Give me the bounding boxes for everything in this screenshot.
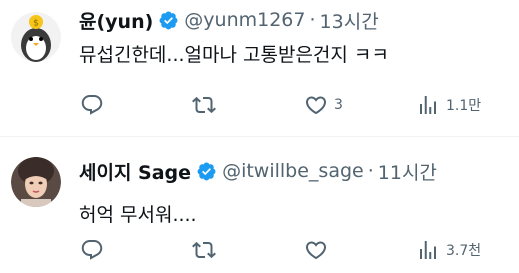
tweet-text: 뮤섭긴한데...얼마나 고통받은건지 ㅋㅋ (79, 44, 389, 66)
timestamp[interactable]: 13시간 (320, 7, 379, 34)
views-button[interactable]: 3.7천 (416, 233, 481, 267)
svg-text:$: $ (33, 19, 39, 29)
display-name[interactable]: 윤(yun) (79, 7, 153, 34)
reply-icon (81, 95, 103, 115)
tweet-feed: $ 윤(yun) @yunm1267 · 13시간 뮤섭긴한데...얼마나 고통… (0, 0, 519, 273)
verified-badge-icon (158, 10, 179, 31)
view-count: 3.7천 (446, 243, 482, 259)
views-icon (420, 96, 436, 114)
tweet[interactable]: 세이지 Sage @itwillbe_sage · 11시간 허억 무서워...… (0, 137, 519, 273)
separator-dot: · (309, 9, 316, 31)
reply-button[interactable] (80, 233, 110, 267)
timestamp[interactable]: 11시간 (378, 158, 437, 185)
views-icon (420, 241, 436, 259)
retweet-button[interactable] (192, 233, 222, 267)
retweet-icon (192, 241, 216, 259)
tweet[interactable]: $ 윤(yun) @yunm1267 · 13시간 뮤섭긴한데...얼마나 고통… (0, 0, 519, 136)
tweet-header: 세이지 Sage @itwillbe_sage · 11시간 (79, 158, 437, 185)
verified-badge-icon (196, 161, 217, 182)
reply-icon (81, 240, 103, 260)
like-button[interactable] (304, 233, 334, 267)
tweet-header: 윤(yun) @yunm1267 · 13시간 (79, 7, 379, 34)
like-button[interactable]: 3 (304, 88, 343, 122)
penguin-coin-avatar-icon: $ (11, 12, 61, 62)
avatar[interactable]: $ (11, 12, 61, 62)
tweet-actions: 3 1.1만 (70, 88, 510, 122)
user-handle[interactable]: @yunm1267 (184, 9, 305, 31)
tweet-actions: 3.7천 (70, 233, 510, 267)
views-button[interactable]: 1.1만 (416, 88, 481, 122)
retweet-button[interactable] (192, 88, 222, 122)
like-icon (305, 241, 327, 260)
reply-button[interactable] (80, 88, 110, 122)
separator-dot: · (367, 160, 374, 182)
user-handle[interactable]: @itwillbe_sage (222, 160, 364, 182)
like-icon (305, 96, 327, 115)
profile-photo-avatar-icon (11, 157, 61, 207)
view-count: 1.1만 (446, 98, 482, 114)
retweet-icon (192, 96, 216, 114)
avatar[interactable] (11, 157, 61, 207)
display-name[interactable]: 세이지 Sage (79, 158, 191, 185)
like-count: 3 (334, 97, 343, 113)
tweet-text: 허억 무서워.... (79, 204, 197, 226)
